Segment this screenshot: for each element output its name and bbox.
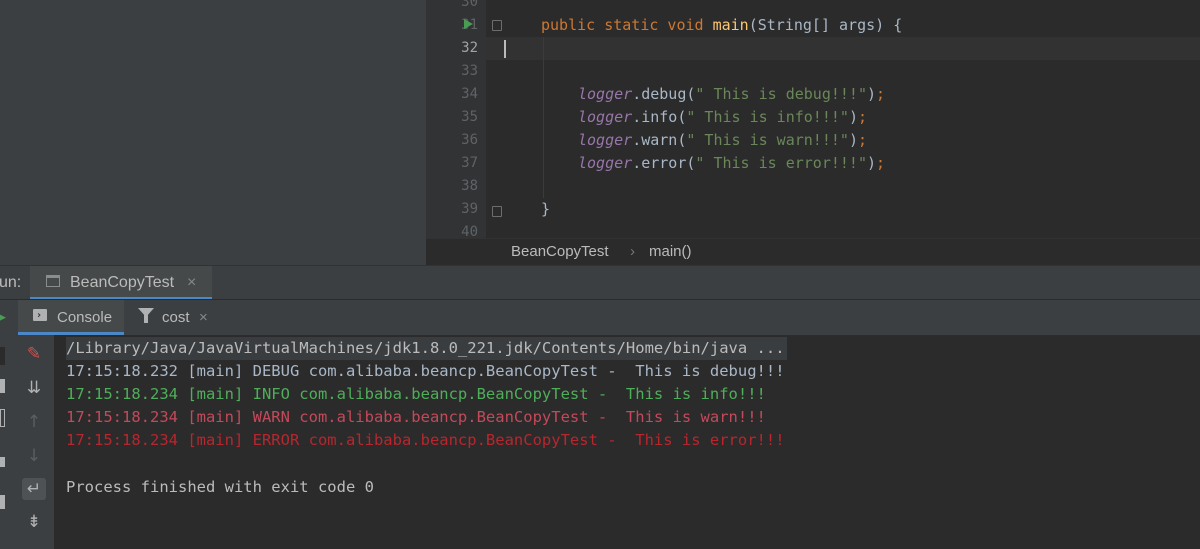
line-number: 35: [461, 109, 478, 125]
clear-all-icon[interactable]: ✎: [22, 343, 46, 365]
line-number: 40: [461, 224, 478, 238]
close-icon[interactable]: ×: [199, 309, 208, 326]
run-tool-window-header: un: BeanCopyTest ×: [0, 265, 1200, 300]
fold-icon[interactable]: [492, 206, 502, 217]
close-icon[interactable]: ×: [187, 274, 196, 292]
breadcrumb-method[interactable]: main(): [649, 243, 692, 260]
prompt-glyph-icon: ›: [37, 310, 42, 321]
down-icon[interactable]: ↓: [22, 445, 46, 467]
log-line-warn: 17:15:18.234 [main] WARN com.alibaba.bea…: [66, 408, 766, 426]
run-label: un:: [0, 274, 22, 291]
project-panel: [0, 0, 426, 265]
text-caret: [504, 40, 506, 58]
line-number: 38: [461, 178, 478, 194]
outer-toolbar-edge: [0, 409, 5, 427]
tab-filter-label: cost: [162, 309, 190, 326]
current-line-highlight: [486, 37, 1200, 60]
code-line-36: logger.warn(" This is warn!!!");: [578, 131, 867, 149]
outer-toolbar-edge: [0, 457, 5, 467]
rerun-icon[interactable]: ▶: [0, 309, 6, 325]
line-number: 30: [461, 0, 478, 10]
run-tab-beancopytest[interactable]: BeanCopyTest ×: [30, 266, 212, 300]
tab-console[interactable]: › Console: [18, 300, 124, 335]
log-line-debug: 17:15:18.232 [main] DEBUG com.alibaba.be…: [66, 362, 785, 380]
code-line-31: public static void main(String[] args) {: [541, 16, 903, 34]
filter-icon-stem: [144, 315, 148, 323]
fold-icon[interactable]: [492, 20, 502, 31]
log-line-info: 17:15:18.234 [main] INFO com.alibaba.bea…: [66, 385, 766, 403]
line-number: 32: [461, 40, 478, 56]
up-icon[interactable]: ↑: [22, 411, 46, 433]
editor-gutter[interactable]: 30 31 32 33 34 35 36 37 38 39 40: [426, 0, 502, 238]
line-number: 33: [461, 63, 478, 79]
sort-icon[interactable]: ⇟: [22, 511, 46, 533]
outer-toolbar-edge: [0, 495, 5, 509]
run-gutter-icon[interactable]: [464, 19, 473, 29]
log-line-error: 17:15:18.234 [main] ERROR com.alibaba.be…: [66, 431, 785, 449]
tab-filter-cost[interactable]: cost ×: [130, 300, 220, 335]
line-number: 37: [461, 155, 478, 171]
soft-wrap-icon[interactable]: ↵: [22, 478, 46, 500]
outer-toolbar-edge: [0, 347, 5, 365]
breadcrumb-separator: ›: [630, 243, 635, 260]
breadcrumb-class[interactable]: BeanCopyTest: [511, 243, 609, 260]
console-toolbar: ▶ › Console cost ×: [0, 299, 1200, 336]
line-number: 36: [461, 132, 478, 148]
tab-console-label: Console: [57, 309, 113, 326]
scroll-to-end-icon[interactable]: ⇊: [22, 377, 46, 399]
line-number: 34: [461, 86, 478, 102]
code-line-39: }: [541, 200, 551, 218]
console-icon: [46, 275, 60, 287]
console-side-toolbar: ✎ ⇊ ↑ ↓ ↵ ⇟: [0, 335, 54, 549]
code-editor[interactable]: 30 31 32 33 34 35 36 37 38 39 40 public …: [426, 0, 1200, 238]
console-output[interactable]: /Library/Java/JavaVirtualMachines/jdk1.8…: [54, 335, 1200, 549]
run-tab-title: BeanCopyTest: [70, 274, 175, 291]
outer-toolbar-edge: [0, 379, 5, 393]
line-number: 39: [461, 201, 478, 217]
indent-guide: [543, 37, 544, 198]
exit-message: Process finished with exit code 0: [66, 478, 374, 496]
code-line-35: logger.info(" This is info!!!");: [578, 108, 867, 126]
code-line-37: logger.error(" This is error!!!");: [578, 154, 886, 172]
command-line: /Library/Java/JavaVirtualMachines/jdk1.8…: [66, 337, 787, 360]
breadcrumb: BeanCopyTest › main(): [426, 238, 1200, 266]
code-line-34: logger.debug(" This is debug!!!");: [578, 85, 886, 103]
